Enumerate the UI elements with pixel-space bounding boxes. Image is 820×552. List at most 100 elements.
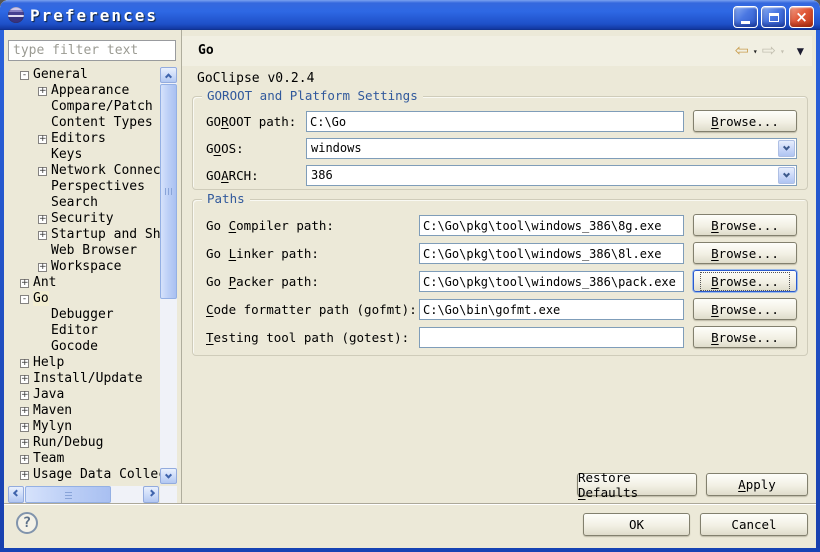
scroll-right-button[interactable]	[143, 486, 159, 503]
view-menu-icon[interactable]: ▼	[797, 44, 804, 58]
expand-icon[interactable]: +	[38, 231, 47, 240]
titlebar[interactable]: Preferences ×	[0, 0, 820, 30]
tree-item-label: Workspace	[51, 259, 121, 274]
chevron-down-icon	[783, 144, 790, 151]
expand-icon[interactable]: +	[38, 263, 47, 272]
expand-icon[interactable]: +	[20, 407, 29, 416]
path-input[interactable]	[419, 327, 684, 348]
browse-label: Browse...	[711, 302, 779, 317]
restore-defaults-button[interactable]: Restore Defaults	[577, 473, 697, 496]
path-input[interactable]	[419, 299, 684, 320]
tree-item-startup-and-shu[interactable]: +Startup and Shu	[8, 227, 160, 243]
combo-box[interactable]: 386	[306, 165, 797, 186]
tree-item-editors[interactable]: +Editors	[8, 131, 160, 147]
expand-icon[interactable]: +	[20, 391, 29, 400]
expand-icon[interactable]: +	[20, 439, 29, 448]
tree-item-ant[interactable]: +Ant	[8, 275, 160, 291]
expand-icon[interactable]: +	[20, 375, 29, 384]
collapse-icon[interactable]: -	[20, 295, 29, 304]
tree-item-go[interactable]: -Go	[8, 291, 160, 307]
expand-icon[interactable]: +	[20, 455, 29, 464]
tree-vscrollbar[interactable]	[160, 67, 177, 484]
browse-button[interactable]: Browse...	[693, 110, 797, 132]
window-border-right	[816, 30, 820, 552]
browse-button[interactable]: Browse...	[693, 242, 797, 264]
footer-separator	[4, 503, 816, 505]
help-icon: ?	[23, 515, 31, 531]
forward-arrow-icon[interactable]: ⇨	[762, 44, 776, 58]
page-title: Go	[198, 43, 214, 58]
expand-icon[interactable]: +	[20, 471, 29, 480]
scroll-up-button[interactable]	[160, 67, 177, 83]
tree-item-mylyn[interactable]: +Mylyn	[8, 419, 160, 435]
help-button[interactable]: ?	[16, 512, 38, 534]
path-input[interactable]	[419, 243, 684, 264]
tree-item-appearance[interactable]: +Appearance	[8, 83, 160, 99]
expand-icon[interactable]: +	[38, 215, 47, 224]
tree-item-label: Web Browser	[51, 243, 137, 258]
browse-button[interactable]: Browse...	[693, 326, 797, 348]
combo-dropdown-button[interactable]	[778, 167, 795, 184]
forward-dropdown-icon[interactable]: ▾	[780, 47, 785, 56]
combo-box[interactable]: windows	[306, 138, 797, 159]
tree-item-label: General	[33, 67, 88, 82]
path-input[interactable]	[419, 215, 684, 236]
tree-item-label: Security	[51, 211, 114, 226]
expand-icon[interactable]: +	[38, 135, 47, 144]
tree-item-install-update[interactable]: +Install/Update	[8, 371, 160, 387]
goroot-settings-group: GOROOT and Platform Settings GOROOT path…	[192, 96, 808, 190]
expand-icon[interactable]: +	[38, 167, 47, 176]
panel-divider	[181, 30, 182, 504]
tree-item-workspace[interactable]: + Workspace	[8, 259, 160, 275]
restore-defaults-label: Restore Defaults	[578, 470, 696, 500]
vscroll-thumb[interactable]	[160, 84, 177, 299]
path-input[interactable]	[306, 111, 684, 132]
tree-item-gocode[interactable]: Gocode	[8, 339, 160, 355]
tree-item-perspectives[interactable]: Perspectives	[8, 179, 160, 195]
cancel-button[interactable]: Cancel	[700, 513, 808, 536]
back-arrow-icon[interactable]: ⇦	[735, 44, 749, 58]
tree-item-team[interactable]: +Team	[8, 451, 160, 467]
chevron-up-icon	[165, 73, 172, 80]
path-input[interactable]	[419, 271, 684, 292]
tree-item-general[interactable]: -General	[8, 67, 160, 83]
tree-item-help[interactable]: +Help	[8, 355, 160, 371]
tree-item-compare-patch[interactable]: Compare/Patch	[8, 99, 160, 115]
tree-item-usage-data-collect[interactable]: +Usage Data Collect	[8, 467, 160, 483]
hscroll-thumb[interactable]	[25, 486, 111, 503]
thumb-grip	[65, 491, 72, 499]
expand-icon[interactable]: +	[20, 423, 29, 432]
expand-icon[interactable]: +	[20, 359, 29, 368]
apply-button[interactable]: Apply	[706, 473, 808, 496]
tree-item-security[interactable]: + Security	[8, 211, 160, 227]
tree-item-keys[interactable]: Keys	[8, 147, 160, 163]
tree-item-debugger[interactable]: Debugger	[8, 307, 160, 323]
tree-item-web-browser[interactable]: Web Browser	[8, 243, 160, 259]
close-button[interactable]: ×	[789, 6, 814, 28]
ok-button[interactable]: OK	[583, 513, 690, 536]
combo-dropdown-button[interactable]	[778, 140, 795, 157]
scroll-down-button[interactable]	[160, 468, 177, 484]
maximize-button[interactable]	[761, 6, 786, 28]
window-controls: ×	[733, 6, 814, 28]
minimize-button[interactable]	[733, 6, 758, 28]
tree-item-run-debug[interactable]: +Run/Debug	[8, 435, 160, 451]
tree-item-search[interactable]: Search	[8, 195, 160, 211]
tree-item-editor[interactable]: Editor	[8, 323, 160, 339]
expand-icon[interactable]: +	[38, 87, 47, 96]
filter-input[interactable]	[8, 40, 176, 61]
collapse-icon[interactable]: -	[20, 71, 29, 80]
tree-item-java[interactable]: +Java	[8, 387, 160, 403]
browse-button[interactable]: Browse...	[693, 214, 797, 236]
tree-hscrollbar[interactable]	[8, 486, 159, 503]
tree-item-content-types[interactable]: Content Types	[8, 115, 160, 131]
expand-icon[interactable]: +	[20, 279, 29, 288]
back-dropdown-icon[interactable]: ▾	[753, 47, 758, 56]
ok-label: OK	[629, 517, 644, 532]
tree-item-network-connect[interactable]: +Network Connect	[8, 163, 160, 179]
tree-item-maven[interactable]: +Maven	[8, 403, 160, 419]
browse-button[interactable]: Browse...	[693, 298, 797, 320]
window-border-bottom	[0, 548, 820, 552]
browse-button[interactable]: Browse...	[693, 270, 797, 292]
scroll-left-button[interactable]	[8, 486, 24, 503]
